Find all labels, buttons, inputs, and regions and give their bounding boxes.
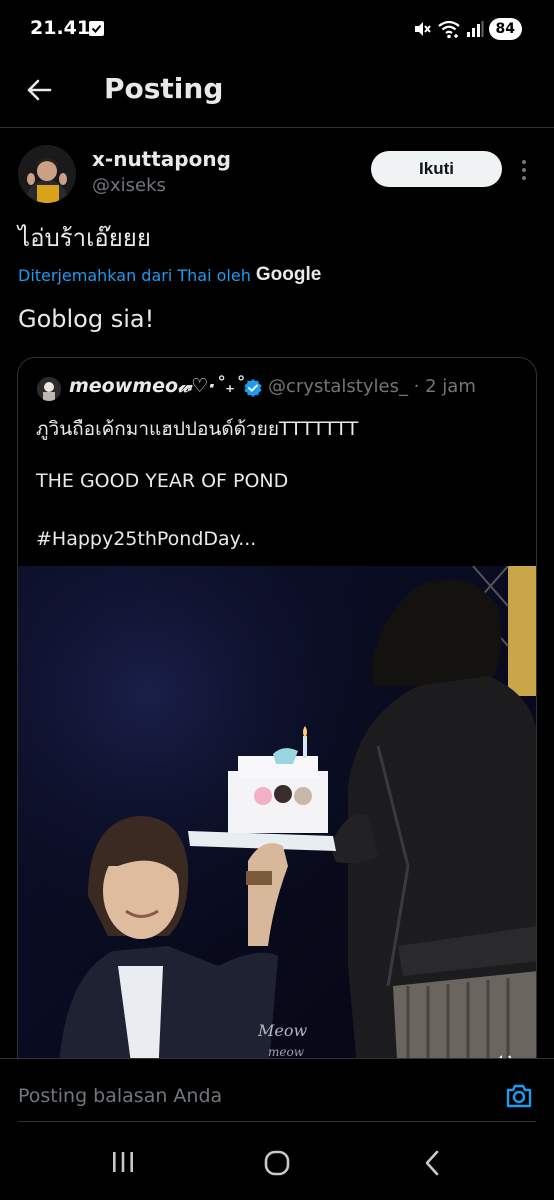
battery-level: 84 bbox=[488, 18, 522, 40]
quote-text-line: ภูวินถือเค้กมาแฮปปอนด์ด้วยยTTTTTTT bbox=[36, 418, 359, 440]
author-handle[interactable]: @xiseks bbox=[92, 175, 166, 196]
google-logo: Google bbox=[255, 264, 322, 285]
quoted-post[interactable]: meowmeo𝓌♡·˚₊˚. @crystalstyles_ · 2 jam ภ… bbox=[17, 357, 537, 1077]
nav-back-icon[interactable] bbox=[422, 1149, 442, 1177]
svg-text:Meow: Meow bbox=[257, 1021, 307, 1040]
status-time: 21.41 bbox=[30, 17, 91, 39]
verified-badge-icon bbox=[243, 378, 263, 398]
camera-icon[interactable] bbox=[505, 1083, 533, 1109]
quote-handle-time: @crystalstyles_ · 2 jam bbox=[268, 376, 476, 397]
svg-text:meow: meow bbox=[268, 1045, 305, 1059]
status-icons: 84 bbox=[412, 17, 522, 41]
arrow-left-icon[interactable] bbox=[20, 70, 60, 110]
mute-icon bbox=[414, 22, 431, 36]
author-avatar[interactable] bbox=[18, 145, 76, 203]
post-translation: Goblog sia! bbox=[18, 305, 155, 333]
post-text: ไอ่บร้าเอ๊ยยย bbox=[18, 224, 151, 252]
reply-bar: Posting balasan Anda bbox=[0, 1058, 554, 1124]
follow-button[interactable]: Ikuti bbox=[371, 151, 502, 187]
reply-underline bbox=[18, 1121, 536, 1122]
quote-author-name: meowmeo𝓌♡·˚₊˚. bbox=[69, 375, 252, 397]
recents-icon[interactable] bbox=[110, 1150, 136, 1174]
notification-check-icon bbox=[89, 21, 104, 36]
app-bar: Posting bbox=[0, 58, 554, 128]
wifi-icon bbox=[437, 20, 460, 39]
quote-video-thumbnail[interactable]: Meow meow bbox=[18, 566, 536, 1076]
quote-text-line: THE GOOD YEAR OF POND bbox=[36, 470, 289, 492]
reply-input[interactable]: Posting balasan Anda bbox=[18, 1085, 222, 1107]
translated-label: Diterjemahkan dari Thai oleh bbox=[18, 265, 251, 285]
signal-icon bbox=[466, 21, 484, 37]
quote-avatar bbox=[37, 377, 61, 401]
system-nav-bar bbox=[0, 1124, 554, 1200]
page-title: Posting bbox=[104, 72, 224, 105]
quote-hashtag[interactable]: #Happy25thPondDay... bbox=[36, 528, 256, 550]
more-vertical-icon[interactable] bbox=[514, 157, 534, 183]
translation-attribution[interactable]: Diterjemahkan dari Thai oleh Google bbox=[18, 264, 321, 286]
author-name[interactable]: x-nuttapong bbox=[92, 147, 231, 171]
status-bar: 21.41 84 bbox=[0, 0, 554, 58]
home-icon[interactable] bbox=[264, 1150, 290, 1176]
